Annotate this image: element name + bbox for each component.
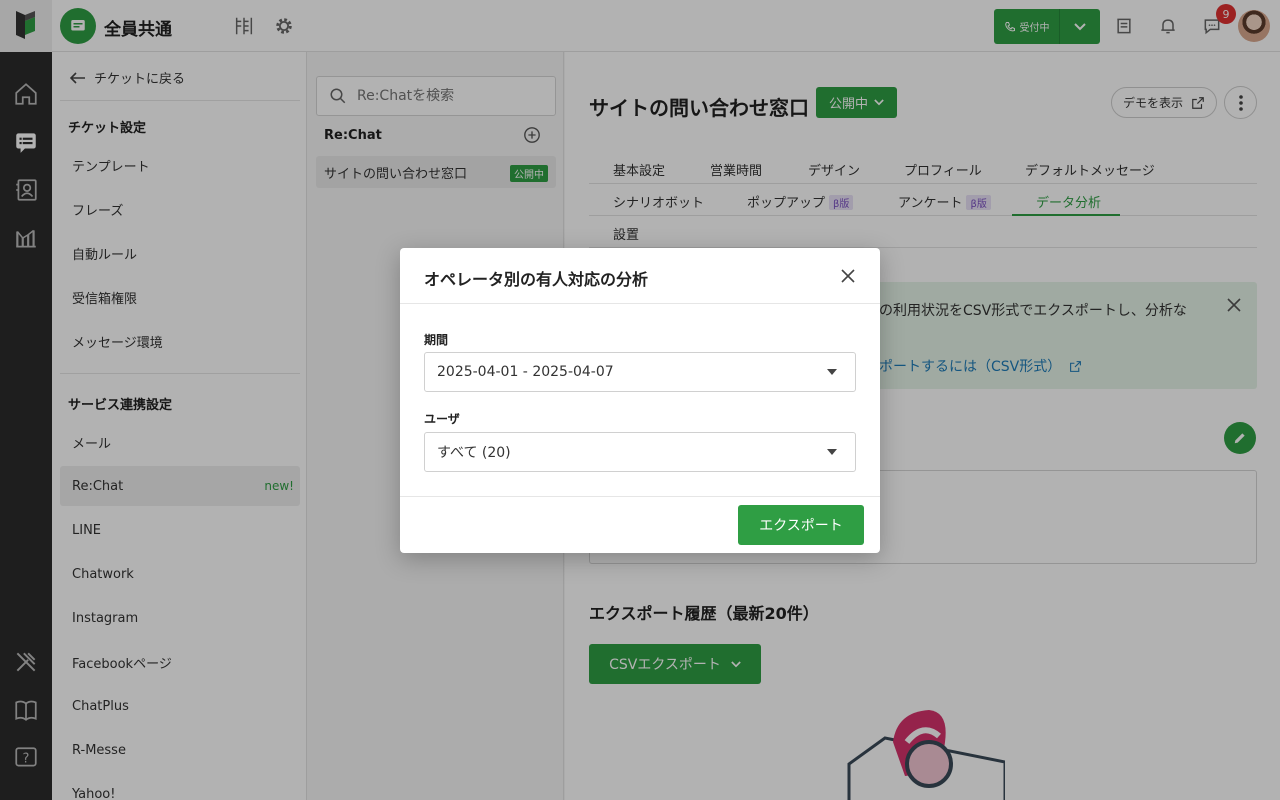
close-icon <box>841 269 855 283</box>
dialog-title: オペレータ別の有人対応の分析 <box>424 270 649 289</box>
caret-down-icon <box>827 449 837 455</box>
user-label: ユーザ <box>424 412 460 426</box>
dialog-header: オペレータ別の有人対応の分析 <box>400 248 880 304</box>
period-value: 2025-04-01 - 2025-04-07 <box>437 364 614 380</box>
period-label: 期間 <box>424 333 449 347</box>
caret-down-icon <box>827 369 837 375</box>
period-select[interactable]: 2025-04-01 - 2025-04-07 <box>424 352 856 392</box>
user-select[interactable]: すべて (20) <box>424 432 856 472</box>
export-dialog: オペレータ別の有人対応の分析 期間 2025-04-01 - 2025-04-0… <box>400 248 880 553</box>
user-value: すべて (20) <box>437 445 511 461</box>
dialog-close-button[interactable] <box>838 266 858 286</box>
export-button[interactable]: エクスポート <box>738 505 864 545</box>
